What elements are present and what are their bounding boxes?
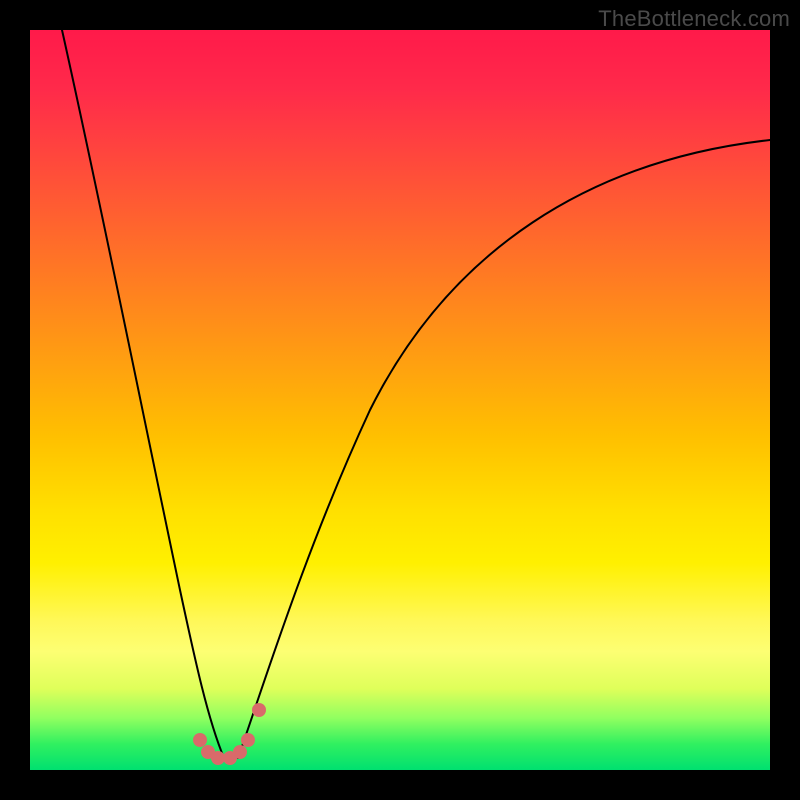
marker-dot: [252, 703, 266, 717]
marker-dot: [241, 733, 255, 747]
marker-dot: [233, 745, 247, 759]
chart-area: [30, 30, 770, 770]
marker-dot: [193, 733, 207, 747]
watermark-label: TheBottleneck.com: [598, 6, 790, 32]
curve-right-branch: [238, 140, 770, 758]
marker-dot: [211, 751, 225, 765]
curve-plot: [30, 30, 770, 770]
curve-left-branch: [62, 30, 224, 758]
